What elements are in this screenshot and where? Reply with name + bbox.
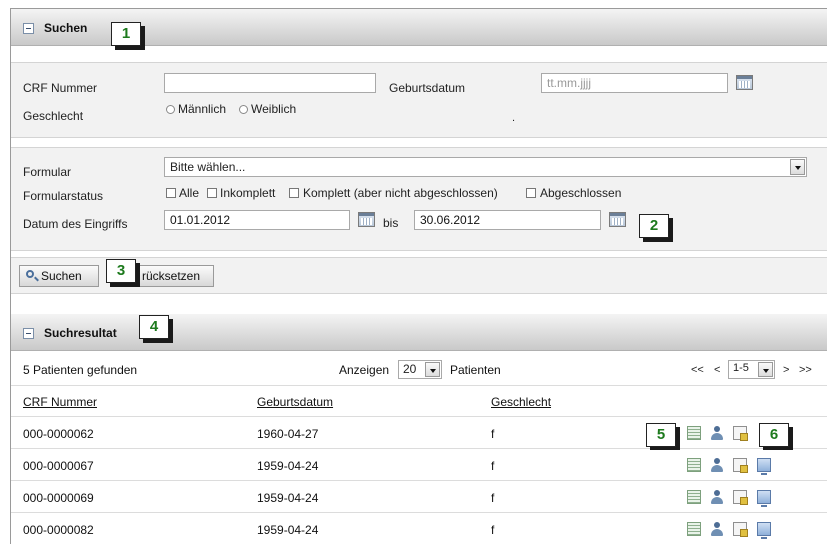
patient-icon[interactable] (710, 522, 724, 536)
cell-geburtsdatum: 1960-04-27 (257, 427, 319, 441)
geburtsdatum-label: Geburtsdatum (389, 81, 466, 95)
show-label: Anzeigen (339, 363, 390, 377)
page-range-value: 1-5 (733, 362, 749, 374)
reset-button-label: rücksetzen (142, 269, 201, 283)
calendar-icon[interactable] (609, 212, 626, 227)
collapse-icon[interactable] (23, 23, 34, 34)
col-crf-header[interactable]: CRF Nummer (23, 395, 97, 409)
status-label-alle: Alle (179, 186, 200, 200)
add-document-icon[interactable] (733, 522, 748, 537)
female-radio[interactable] (239, 105, 248, 114)
patient-icon[interactable] (710, 490, 724, 504)
status-label-abgeschlossen: Abgeschlossen (540, 186, 622, 200)
col-geschlecht-header[interactable]: Geschlecht (491, 395, 551, 409)
crf-input[interactable] (164, 73, 376, 93)
cell-geburtsdatum: 1959-04-24 (257, 491, 319, 505)
callout-1: 1 (111, 22, 141, 46)
page-size-select[interactable]: 20 (398, 360, 442, 379)
monitor-icon[interactable] (757, 458, 771, 475)
status-checkbox-alle[interactable] (166, 188, 176, 198)
calendar-icon[interactable] (736, 75, 753, 90)
male-label: Männlich (178, 102, 227, 116)
search-icon (26, 270, 39, 282)
status-label-komplett: Komplett (aber nicht abgeschlossen) (303, 186, 498, 200)
collapse-icon[interactable] (23, 328, 34, 339)
monitor-icon[interactable] (757, 522, 771, 539)
page-range-select[interactable]: 1-5 (728, 360, 775, 379)
cell-geburtsdatum: 1959-04-24 (257, 459, 319, 473)
cell-crf[interactable]: 000-0000069 (23, 491, 94, 505)
add-document-icon[interactable] (733, 490, 748, 505)
cell-geschlecht: f (491, 491, 495, 505)
form-list-icon[interactable] (687, 458, 701, 472)
page-size-value: 20 (403, 362, 417, 376)
cell-crf[interactable]: 000-0000067 (23, 459, 94, 473)
table-header: CRF Nummer Geburtsdatum Geschlecht (11, 386, 827, 417)
callout-3: 3 (106, 259, 136, 283)
cell-crf[interactable]: 000-0000062 (23, 427, 94, 441)
form-list-icon[interactable] (687, 522, 701, 536)
callout-2: 2 (639, 214, 669, 238)
callout-5: 5 (646, 423, 676, 447)
formularstatus-label: Formularstatus (23, 189, 104, 203)
female-label: Weiblich (251, 102, 297, 116)
callout-6: 6 (759, 423, 789, 447)
datum-label: Datum des Eingriffs (23, 217, 128, 231)
table-row[interactable]: 000-0000082 1959-04-24 f (11, 514, 827, 544)
calendar-icon[interactable] (358, 212, 375, 227)
bis-label: bis (383, 216, 399, 230)
results-section-header[interactable]: Suchresultat (11, 314, 827, 351)
next-page-link[interactable]: > (783, 364, 789, 376)
cell-geschlecht: f (491, 459, 495, 473)
add-document-icon[interactable] (733, 426, 748, 441)
status-checkbox-komplett[interactable] (289, 188, 299, 198)
cell-crf[interactable]: 000-0000082 (23, 523, 94, 537)
status-checkbox-abgeschlossen[interactable] (526, 188, 536, 198)
formular-select[interactable]: Bitte wählen... (164, 157, 807, 177)
results-section-title: Suchresultat (44, 326, 117, 340)
patient-filter-panel: CRF Nummer Geburtsdatum tt.mm.jjjj Gesch… (11, 62, 827, 138)
form-filter-panel: Formular Bitte wählen... Formularstatus … (11, 147, 827, 251)
formular-label: Formular (23, 165, 72, 179)
chevron-down-icon[interactable] (425, 362, 440, 377)
search-button[interactable]: Suchen (19, 265, 99, 287)
col-geburtsdatum-header[interactable]: Geburtsdatum (257, 395, 333, 409)
status-label-inkomplett: Inkomplett (220, 186, 276, 200)
cell-geschlecht: f (491, 427, 495, 441)
datum-to-input[interactable]: 30.06.2012 (414, 210, 601, 230)
formular-selected-value: Bitte wählen... (170, 160, 246, 174)
chevron-down-icon[interactable] (758, 362, 773, 377)
add-document-icon[interactable] (733, 458, 748, 473)
form-list-icon[interactable] (687, 426, 701, 440)
form-list-icon[interactable] (687, 490, 701, 504)
geschlecht-label: Geschlecht (23, 109, 84, 123)
cell-geschlecht: f (491, 523, 495, 537)
table-row[interactable]: 000-0000069 1959-04-24 f (11, 482, 827, 513)
cell-geburtsdatum: 1959-04-24 (257, 523, 319, 537)
prev-page-link[interactable]: < (714, 364, 720, 376)
datum-from-input[interactable]: 01.01.2012 (164, 210, 350, 230)
app-frame: Suchen 1 CRF Nummer Geburtsdatum tt.mm.j… (10, 8, 827, 544)
male-radio[interactable] (166, 105, 175, 114)
last-page-link[interactable]: >> (799, 364, 812, 376)
patients-label: Patienten (450, 363, 501, 377)
search-section-title: Suchen (44, 21, 88, 35)
chevron-down-icon[interactable] (790, 159, 805, 175)
geburtsdatum-input[interactable]: tt.mm.jjjj (541, 73, 728, 93)
stray-dot: . (512, 112, 516, 124)
reset-button[interactable]: rücksetzen (135, 265, 214, 287)
results-toolbar: 5 Patienten gefunden Anzeigen 20 Patient… (11, 353, 827, 386)
table-row[interactable]: 000-0000067 1959-04-24 f (11, 450, 827, 481)
callout-4: 4 (139, 315, 169, 339)
patient-icon[interactable] (710, 458, 724, 472)
patient-icon[interactable] (710, 426, 724, 440)
found-count: 5 Patienten gefunden (23, 363, 138, 377)
status-checkbox-inkomplett[interactable] (207, 188, 217, 198)
crf-label: CRF Nummer (23, 81, 97, 95)
search-button-label: Suchen (41, 269, 82, 283)
table-row[interactable]: 000-0000062 1960-04-27 f (11, 418, 827, 449)
monitor-icon[interactable] (757, 490, 771, 507)
first-page-link[interactable]: << (691, 364, 704, 376)
